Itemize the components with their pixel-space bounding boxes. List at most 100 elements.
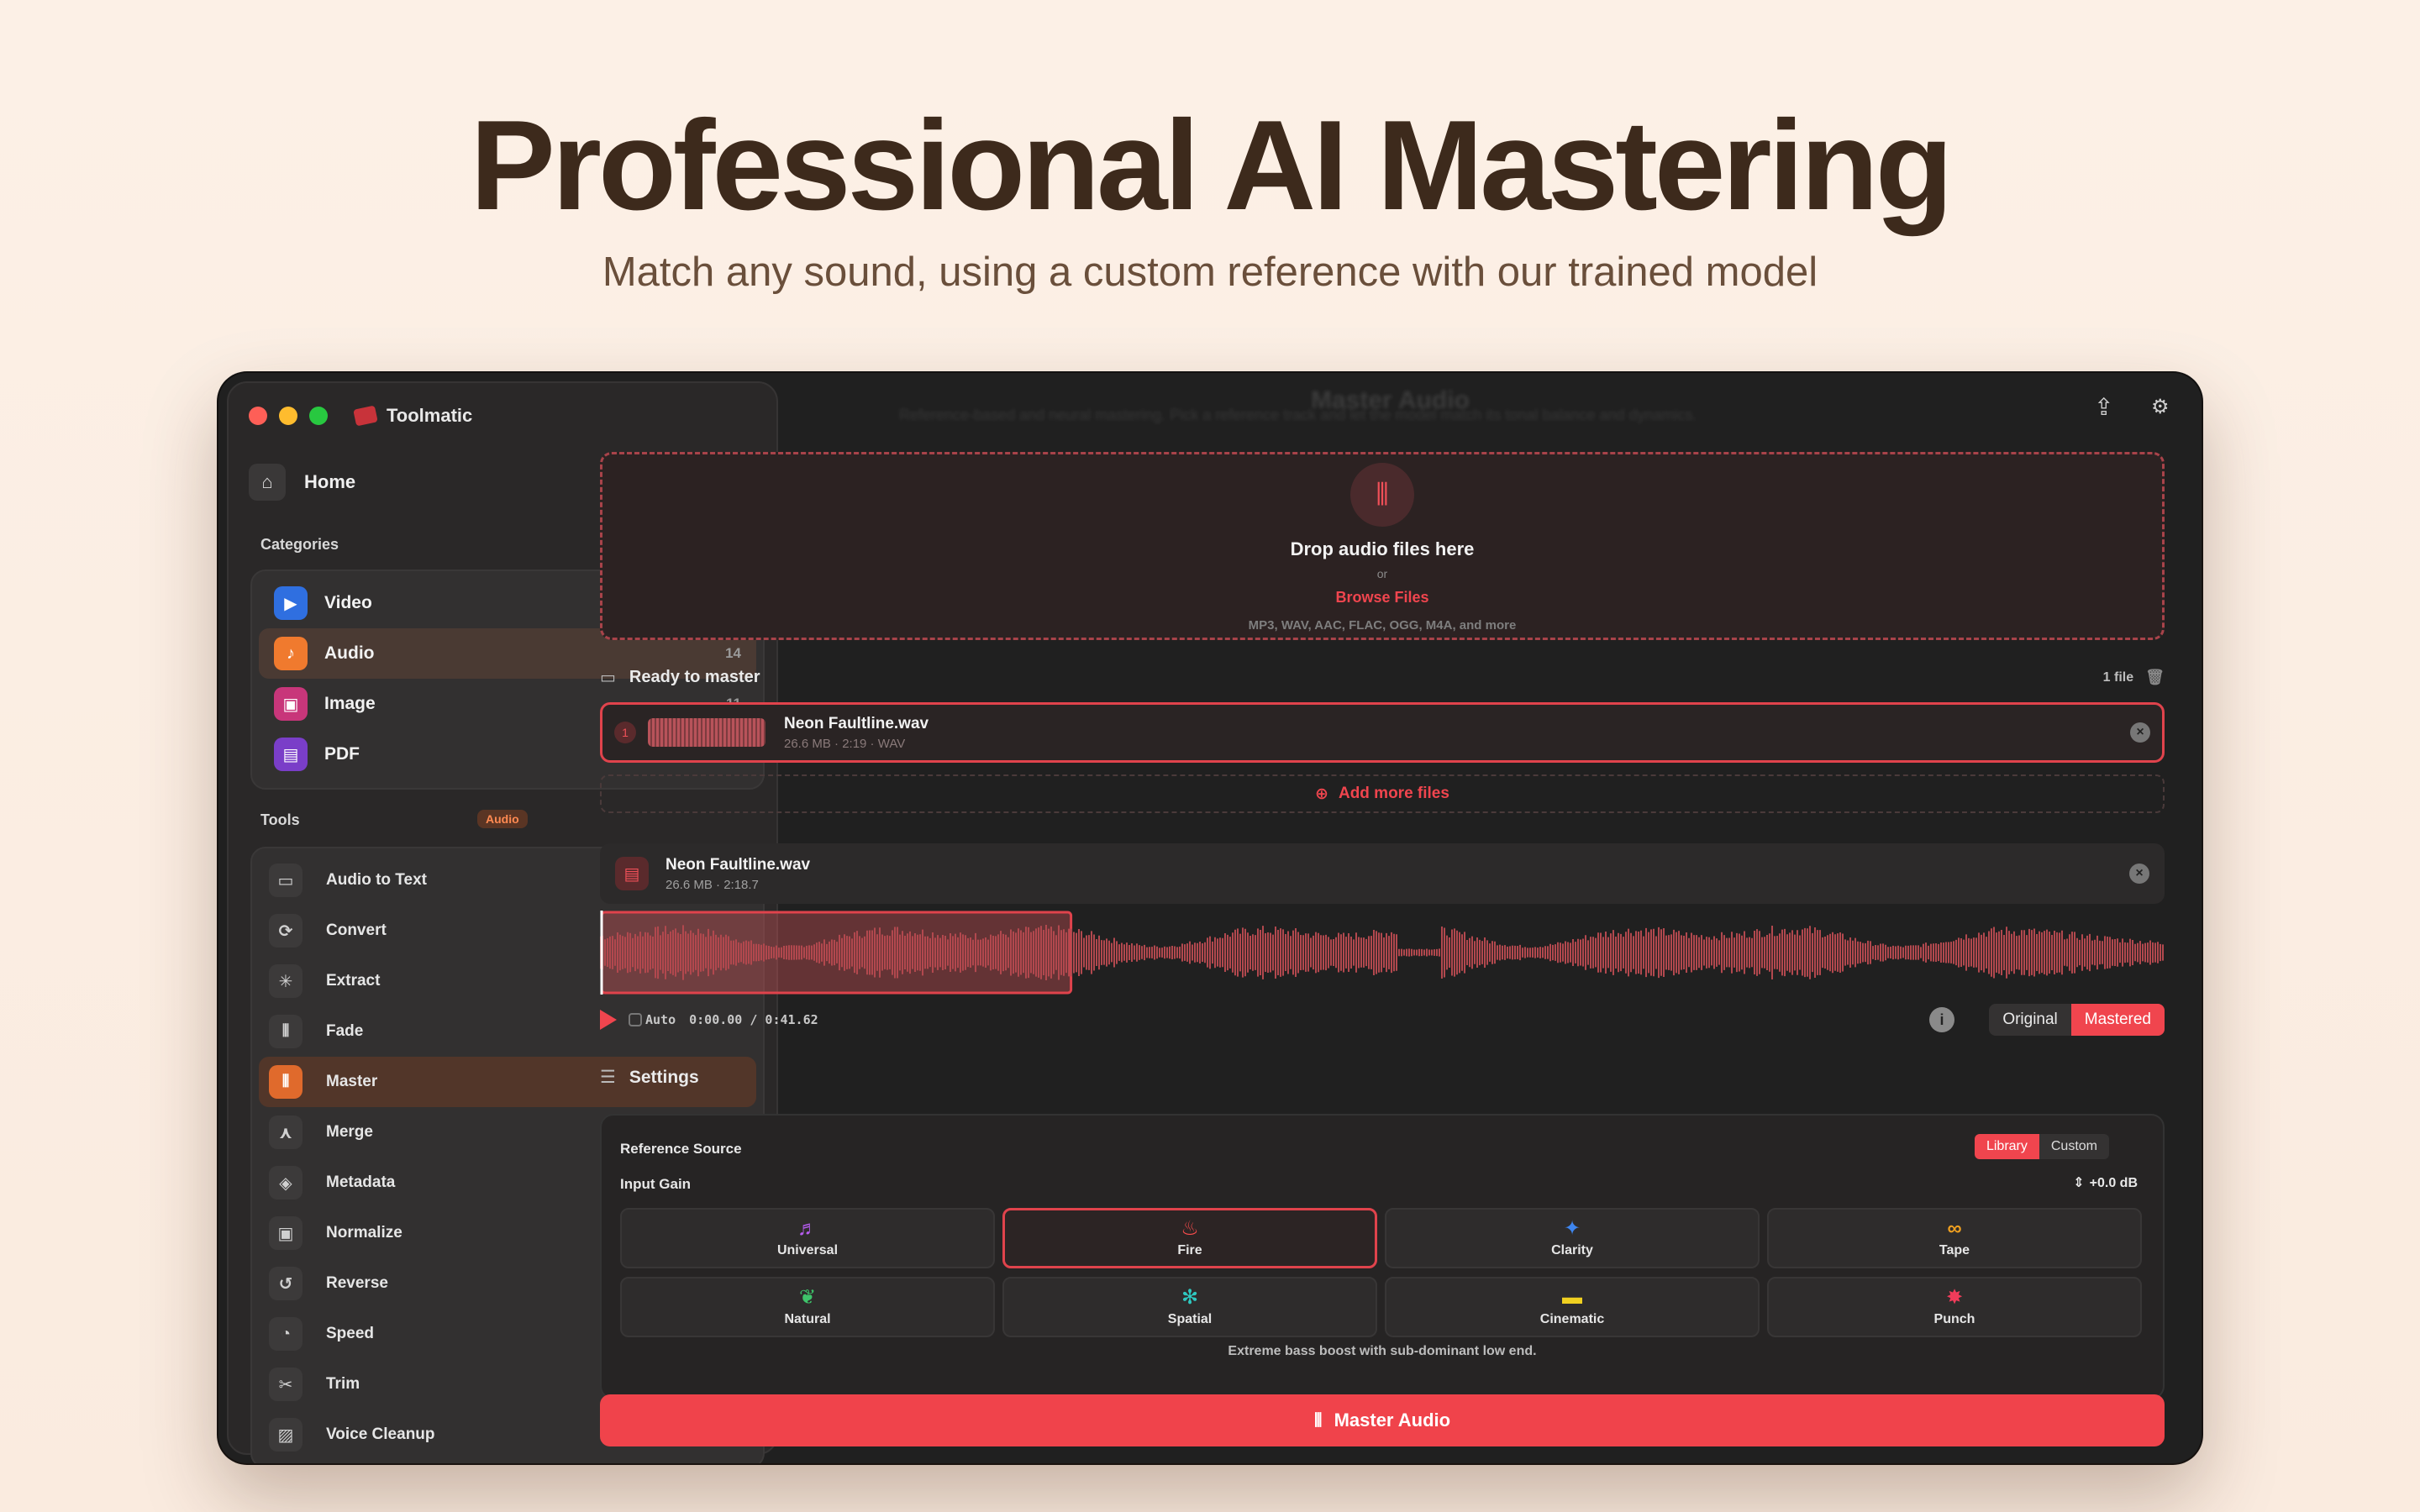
category-label: Video [324,593,372,612]
preset-label: Fire [1177,1243,1202,1257]
zoom-window-button[interactable] [309,407,328,425]
universal-icon: ♬ [797,1217,818,1240]
category-label: Image [324,694,376,713]
master-audio-button[interactable]: ⦀ Master Audio [600,1394,2165,1446]
file-waveform-thumbnail [648,718,765,747]
minimize-window-button[interactable] [279,407,297,425]
share-icon[interactable]: ⇪ [2094,393,2113,421]
remove-file-icon[interactable]: × [2130,722,2150,743]
convert-icon: ⟳ [269,914,302,948]
trim-icon: ✂ [269,1368,302,1401]
metadata-icon: ◈ [269,1166,302,1200]
reference-source-label: Reference Source [620,1141,742,1157]
queue-count: 1 file [2102,669,2134,685]
category-count: 14 [725,645,741,661]
preset-tape[interactable]: ∞ Tape [1767,1208,2142,1268]
voice-cleanup-icon: ▨ [269,1418,302,1452]
tool-label: Speed [326,1325,375,1342]
waveform[interactable] [600,911,2165,995]
auto-checkbox[interactable] [629,1013,642,1026]
preset-universal[interactable]: ♬ Universal [620,1208,995,1268]
settings-header: ☰ Settings [600,1067,699,1088]
close-player-icon[interactable]: × [2129,864,2149,884]
fire-icon: ♨ [1181,1217,1199,1240]
supported-formats: MP3, WAV, AAC, FLAC, OGG, M4A, and more [1248,618,1517,633]
trash-icon[interactable]: 🗑 [2145,669,2165,686]
categories-heading: Categories [260,536,339,553]
film-icon: ▤ [615,857,649,890]
player-file-meta: 26.6 MB · 2:18.7 [666,877,759,892]
gear-icon[interactable]: ⚙ [2151,395,2170,419]
close-window-button[interactable] [249,407,267,425]
preset-clarity[interactable]: ✦ Clarity [1385,1208,1760,1268]
stepper-icon: ⇕ [2073,1176,2085,1190]
preset-cinematic[interactable]: ▬ Cinematic [1385,1277,1760,1337]
plus-circle-icon: ⊕ [1315,785,1328,803]
preset-label: Cinematic [1539,1312,1605,1326]
fade-icon: ⦀ [269,1015,302,1048]
info-icon[interactable]: i [1929,1007,1954,1032]
preset-grid: ♬ Universal ♨ Fire ✦ Clarity ∞ Tape ❦ Natural ✻ Spa… [620,1208,2142,1337]
tool-label: Extract [326,972,381,990]
master-icon: ⦀ [269,1065,302,1099]
input-gain-label: Input Gain [620,1176,692,1192]
compare-toggle: Original Mastered [1989,1004,2165,1036]
file-meta: 26.6 MB · 2:19 · WAV [784,736,906,751]
waveform-icon: ⦀ [1350,463,1414,527]
hero-title: Professional AI Mastering [470,94,1953,237]
clarity-icon: ✦ [1563,1217,1581,1240]
toolbox-icon [353,405,378,427]
hero-subtitle: Match any sound, using a custom referenc… [602,249,1818,295]
preset-label: Spatial [1167,1312,1213,1326]
archive-icon: ▭ [600,669,616,687]
preset-punch[interactable]: ✸ Punch [1767,1277,2142,1337]
auto-label: Auto [645,1012,676,1027]
preset-fire[interactable]: ♨ Fire [1002,1208,1377,1268]
audio-icon: ♪ [274,637,308,670]
pdf-icon: ▤ [274,738,308,771]
tools-category-badge: Audio [477,810,528,828]
video-icon: ▶ [274,586,308,620]
home-label: Home [304,471,356,492]
reference-source-toggle: Library Custom [1974,1134,2109,1159]
dropzone[interactable]: ⦀ Drop audio files here or Browse Files … [600,452,2165,640]
merge-icon: ⋏ [269,1116,302,1149]
normalize-icon: ▣ [269,1216,302,1250]
extract-icon: ✳ [269,964,302,998]
play-icon[interactable] [600,1010,617,1030]
natural-icon: ❦ [798,1286,817,1309]
tool-label: Convert [326,921,387,939]
preset-spatial[interactable]: ✻ Spatial [1002,1277,1377,1337]
preset-label: Natural [784,1312,831,1326]
app-title: Toolmatic [353,405,472,427]
mastered-button[interactable]: Mastered [2070,1004,2165,1036]
browse-files-link[interactable]: Browse Files [602,589,2162,606]
sliders-icon: ☰ [600,1068,616,1087]
speed-icon: ◔ [269,1317,302,1351]
window-controls [249,407,328,425]
spatial-icon: ✻ [1181,1286,1199,1309]
library-button[interactable]: Library [1974,1134,2039,1159]
sidebar-item-home[interactable]: ⌂ Home [249,464,355,501]
settings-title: Settings [629,1067,699,1087]
queued-file[interactable]: 1 Neon Faultline.wav 26.6 MB · 2:19 · WA… [600,702,2165,763]
player-file-name: Neon Faultline.wav [666,855,811,874]
image-icon: ▣ [274,687,308,721]
audio-to-text-icon: ▭ [269,864,302,897]
player-header: ▤ Neon Faultline.wav 26.6 MB · 2:18.7 × [600,843,2165,904]
tool-label: Trim [326,1375,360,1393]
drop-title: Drop audio files here [1290,538,1475,559]
queue-title: Ready to master [629,668,760,686]
preset-natural[interactable]: ❦ Natural [620,1277,995,1337]
master-audio-label: Master Audio [1334,1410,1451,1431]
add-more-label: Add more files [1338,785,1449,802]
input-gain-stepper[interactable]: ⇕ +0.0 dB [2073,1174,2138,1191]
queue-header: ▭ Ready to master 1 file 🗑 [600,667,2165,688]
reverse-icon: ↺ [269,1267,302,1300]
original-button[interactable]: Original [1989,1004,2070,1036]
custom-button[interactable]: Custom [2039,1134,2109,1159]
preset-label: Clarity [1551,1243,1593,1257]
add-more-files-button[interactable]: ⊕ Add more files [600,774,2165,813]
preset-label: Punch [1933,1312,1975,1326]
tools-heading: Tools [260,811,300,828]
